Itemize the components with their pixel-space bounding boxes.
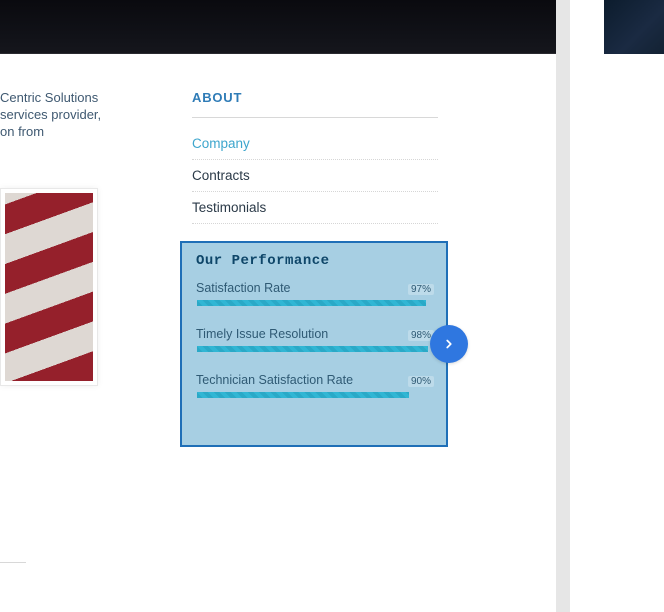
progress-fill: [197, 300, 426, 306]
intro-line: on from: [0, 124, 120, 141]
progress-fill: [197, 346, 428, 352]
metric-row: Timely Issue Resolution 98%: [196, 327, 434, 353]
progress-fill: [197, 392, 409, 398]
metric-value: 90%: [408, 376, 434, 387]
vertical-scrollbar[interactable]: [556, 0, 570, 612]
about-item-contracts[interactable]: Contracts: [192, 160, 438, 192]
progress-bar: [196, 391, 434, 399]
performance-title: Our Performance: [196, 253, 434, 269]
about-sidebar: ABOUT Company Contracts Testimonials: [192, 90, 438, 224]
about-image-card: [0, 188, 98, 386]
about-heading: ABOUT: [192, 90, 438, 118]
hero-banner-crop: [0, 0, 556, 54]
performance-card: Our Performance Satisfaction Rate 97% Ti…: [180, 241, 448, 447]
metric-label: Satisfaction Rate: [196, 281, 291, 295]
metric-row: Satisfaction Rate 97%: [196, 281, 434, 307]
intro-line: services provider,: [0, 107, 120, 124]
about-item-company[interactable]: Company: [192, 128, 438, 160]
intro-line: Centric Solutions: [0, 90, 120, 107]
metric-value: 97%: [408, 284, 434, 295]
metric-label: Technician Satisfaction Rate: [196, 373, 353, 387]
intro-paragraph: Centric Solutions services provider, on …: [0, 90, 120, 141]
divider: [0, 562, 26, 563]
about-item-testimonials[interactable]: Testimonials: [192, 192, 438, 224]
american-flag-icon: [5, 193, 93, 381]
progress-bar: [196, 299, 434, 307]
progress-bar: [196, 345, 434, 353]
next-button[interactable]: [430, 325, 468, 363]
metric-label: Timely Issue Resolution: [196, 327, 328, 341]
metric-row: Technician Satisfaction Rate 90%: [196, 373, 434, 399]
about-nav-list: Company Contracts Testimonials: [192, 128, 438, 224]
hero-banner-right-crop: [604, 0, 664, 54]
chevron-right-icon: [442, 337, 456, 351]
